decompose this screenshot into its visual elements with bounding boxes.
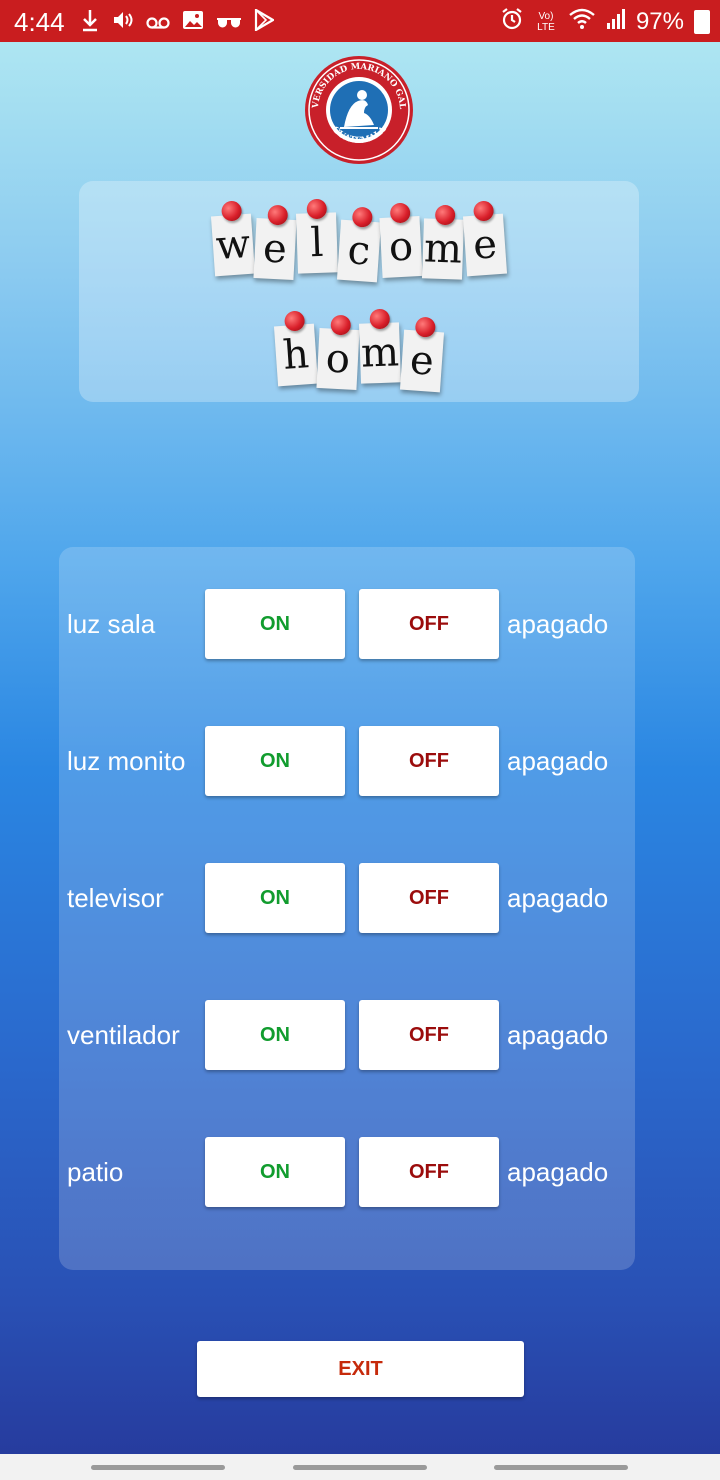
letter: w: [214, 220, 252, 270]
letter-note: o: [316, 314, 360, 391]
system-icons: Vo) LTE 97%: [500, 7, 710, 37]
glasses-icon: [216, 10, 242, 36]
nav-home-handle[interactable]: [293, 1465, 427, 1470]
device-label: patio: [67, 1157, 124, 1187]
device-status: apagado: [507, 609, 609, 639]
on-button[interactable]: ON: [205, 589, 345, 659]
device-status: apagado: [507, 1020, 609, 1050]
alarm-icon: [500, 7, 524, 37]
device-status: apagado: [507, 883, 609, 913]
status-bar: 4:44 Vo) LTE 97%: [0, 0, 720, 42]
device-label: televisor: [67, 883, 164, 913]
welcome-banner: welcome home: [79, 181, 639, 402]
letter-note: e: [253, 204, 297, 281]
pushpin-icon: [414, 316, 437, 338]
volume-icon: [112, 9, 134, 37]
pushpin-icon: [306, 198, 328, 220]
device-row: patio ON OFF apagado: [0, 1137, 720, 1207]
letter: m: [360, 329, 400, 377]
letter: m: [423, 225, 463, 273]
image-icon: [182, 10, 204, 36]
device-label: luz sala: [67, 609, 156, 639]
wifi-icon: [568, 8, 596, 36]
download-icon: [80, 8, 100, 38]
device-status: apagado: [507, 746, 609, 776]
welcome-word: welcome: [79, 198, 639, 283]
voicemail-icon: [146, 10, 170, 36]
on-button[interactable]: ON: [205, 1137, 345, 1207]
device-label: ventilador: [67, 1020, 180, 1050]
pushpin-icon: [220, 200, 243, 222]
pushpin-icon: [267, 204, 289, 226]
on-button[interactable]: ON: [205, 726, 345, 796]
letter-note: w: [210, 200, 256, 277]
off-button[interactable]: OFF: [359, 1000, 499, 1070]
letter: e: [408, 337, 436, 385]
letter: e: [261, 225, 289, 273]
letter-note: m: [421, 204, 465, 280]
off-button[interactable]: OFF: [359, 589, 499, 659]
letter: l: [309, 219, 325, 267]
letter-note: l: [295, 198, 339, 274]
off-button[interactable]: OFF: [359, 726, 499, 796]
letter-note: h: [273, 310, 319, 387]
device-row: ventilador ON OFF apagado: [0, 1000, 720, 1070]
volte-icon: Vo) LTE: [537, 11, 555, 33]
status-time: 4:44: [14, 7, 65, 37]
device-row: televisor ON OFF apagado: [0, 863, 720, 933]
on-button[interactable]: ON: [205, 1000, 345, 1070]
letter: o: [324, 335, 352, 383]
off-button[interactable]: OFF: [359, 863, 499, 933]
device-status: apagado: [507, 1157, 609, 1187]
letter-note: c: [336, 206, 382, 283]
letter: c: [346, 227, 372, 275]
play-store-icon: [254, 8, 276, 37]
letter-note: m: [358, 308, 402, 384]
university-logo: UNIVERSIDAD MARIANO GALVEZ GUATEMALA: [300, 48, 414, 165]
battery-icon: [694, 10, 710, 34]
notification-icons: [80, 8, 276, 38]
nav-back-handle[interactable]: [494, 1465, 628, 1470]
letter-note: e: [399, 316, 445, 393]
home-word: home: [79, 308, 639, 393]
device-label: luz monito: [67, 746, 186, 776]
letter-note: o: [379, 202, 423, 279]
pushpin-icon: [369, 308, 391, 330]
navigation-bar: [0, 1454, 720, 1480]
battery-percent: 97%: [635, 8, 684, 35]
pushpin-icon: [389, 202, 411, 224]
on-button[interactable]: ON: [205, 863, 345, 933]
nav-recents-handle[interactable]: [91, 1465, 225, 1470]
off-button[interactable]: OFF: [359, 1137, 499, 1207]
pushpin-icon: [283, 310, 306, 332]
pushpin-icon: [472, 200, 495, 222]
letter: e: [471, 221, 499, 269]
device-row: luz sala ON OFF apagado: [0, 589, 720, 659]
pushpin-icon: [330, 314, 352, 336]
letter-note: e: [462, 200, 508, 277]
signal-icon: [606, 8, 626, 36]
pushpin-icon: [434, 204, 456, 226]
letter: h: [281, 331, 311, 379]
exit-button[interactable]: EXIT: [197, 1341, 524, 1397]
letter: o: [387, 223, 415, 271]
pushpin-icon: [351, 206, 374, 228]
device-row: luz monito ON OFF apagado: [0, 726, 720, 796]
